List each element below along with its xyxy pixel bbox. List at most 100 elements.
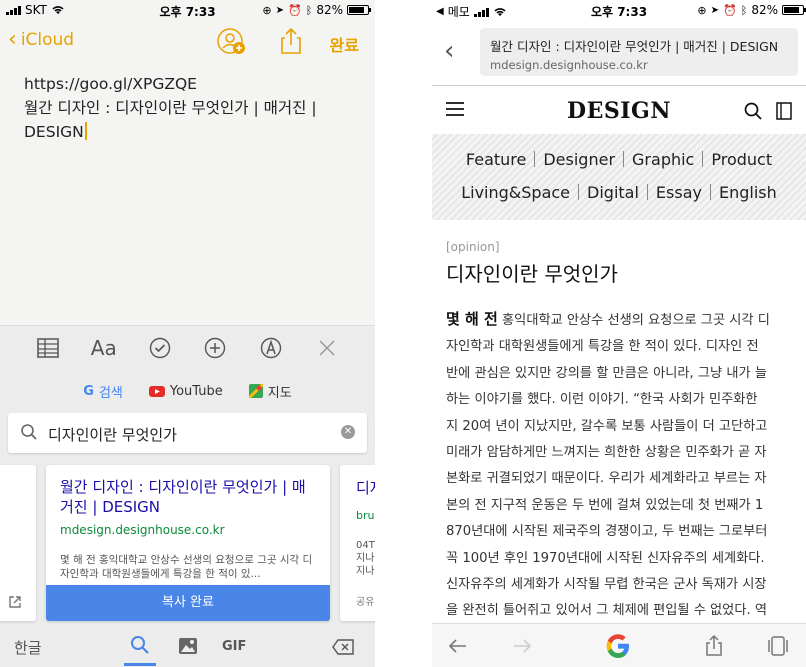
menu-feature[interactable]: Feature [466, 150, 526, 169]
browser-back-icon[interactable]: ‹ [444, 36, 454, 66]
article-title: 디자인이란 무엇인가 [446, 262, 618, 286]
article-lead: 몇 해 전 [446, 310, 498, 328]
search-icon[interactable] [744, 102, 762, 120]
next-result-snippet: 04T 지나 지나 [356, 540, 375, 577]
article-line: 을 완전히 틀어쥐고 있어서 그 체제에 편입될 수 없었다. 역 [446, 603, 767, 619]
result-card[interactable]: 월간 디자인 : 디자인이란 무엇인가 | 매거진 | DESIGN mdesi… [46, 465, 330, 621]
next-result-share[interactable]: 공유 [356, 593, 374, 608]
status-bar: SKT 오후 7:33 ⊕ ➤ ⏰ ᛒ 82% [0, 0, 375, 20]
battery-icon [347, 5, 371, 15]
battery-icon [782, 5, 806, 15]
done-button[interactable]: 완료 [330, 32, 359, 56]
article-line: 자인학과 대학원생들에게 특강을 한 적이 있다. 디자인 전 [446, 339, 759, 355]
language-switch-button[interactable]: 한글 [14, 637, 42, 658]
article-line: 꼭 100년 후인 1970년대에 시작된 신자유주의 세계화다. [446, 550, 765, 566]
note-text-area[interactable]: https://goo.gl/XPGZQE 월간 디자인 : 디자인이란 무엇인… [24, 72, 354, 144]
next-result-title: 디자 [356, 479, 375, 497]
share-icon[interactable] [702, 634, 726, 658]
next-result-card[interactable]: 디자 bru 04T 지나 지나 공유 [340, 465, 375, 621]
article: [opinion] 디자인이란 무엇인가 몇 해 전 홍익대학교 안상수 선생의… [446, 240, 794, 618]
menu-english[interactable]: English [719, 183, 777, 202]
menu-digital[interactable]: Digital [587, 183, 639, 202]
back-arrow-icon[interactable] [446, 634, 470, 658]
table-icon[interactable] [34, 334, 62, 362]
alarm-icon: ⏰ [723, 3, 737, 17]
google-g-icon: G [83, 383, 94, 399]
menu-product[interactable]: Product [711, 150, 772, 169]
result-cards: 월간 디자인 : 디자인이란 무엇인가 | 매거진 | DESIGN mdesi… [0, 465, 375, 625]
location-icon: ➤ [710, 4, 720, 16]
bookmark-book-icon[interactable] [776, 102, 792, 120]
category-menu: Feature Designer Graphic Product Living&Spa… [432, 134, 806, 220]
quick-link-youtube[interactable]: YouTube [148, 384, 223, 399]
close-icon[interactable] [313, 334, 341, 362]
youtube-icon [148, 385, 165, 397]
active-tab-indicator [124, 663, 156, 666]
search-icon [21, 424, 37, 440]
browser-toolbar [432, 623, 806, 667]
google-logo-icon[interactable] [602, 630, 634, 662]
menu-graphic[interactable]: Graphic [632, 150, 694, 169]
article-body: 몇 해 전 홍익대학교 안상수 선생의 요청으로 그곳 시각 디 자인학과 대학… [446, 306, 794, 625]
bluetooth-icon: ᛒ [740, 3, 748, 17]
back-button[interactable]: ‹ iCloud [8, 27, 75, 52]
share-icon[interactable] [276, 26, 306, 56]
tabs-icon[interactable] [766, 634, 790, 658]
keyboard-search-box[interactable]: 디자인이란 무엇인가 ✕ [8, 413, 367, 453]
battery-percent: 82% [751, 3, 778, 17]
quick-link-maps[interactable]: 지도 [248, 382, 292, 401]
chevron-left-icon: ‹ [8, 27, 17, 52]
back-label: iCloud [20, 30, 75, 50]
image-search-icon[interactable] [178, 637, 198, 655]
markup-pen-icon[interactable] [257, 334, 285, 362]
copy-done-banner: 복사 완료 [46, 585, 330, 621]
notes-nav-bar: ‹ iCloud 완료 [0, 22, 375, 62]
article-line: 신자유주의 세계화가 시작될 무렵 한국은 군사 독재가 시장 [446, 577, 767, 593]
clear-search-icon[interactable]: ✕ [341, 425, 355, 439]
text-cursor [84, 122, 87, 140]
category-menu-row-1: Feature Designer Graphic Product [432, 150, 806, 169]
browser-pane: ◀ 메모 오후 7:33 ⊕ ➤ ⏰ ᛒ 82% ‹ 월간 디자인 : 디자인이… [432, 0, 806, 667]
browser-url-bar: ‹ 월간 디자인 : 디자인이란 무엇인가 | 매거진 | DESIGN mde… [432, 20, 806, 86]
checklist-icon[interactable] [146, 334, 174, 362]
notes-app-pane: SKT 오후 7:33 ⊕ ➤ ⏰ ᛒ 82% ‹ iCloud 완료 http… [0, 0, 375, 667]
category-menu-row-2: Living&Space Digital Essay English [432, 183, 806, 202]
forward-arrow-icon[interactable] [510, 634, 534, 658]
battery-percent: 82% [316, 3, 343, 17]
menu-designer[interactable]: Designer [543, 150, 615, 169]
article-category: [opinion] [446, 240, 500, 254]
lock-rotation-icon: ⊕ [697, 3, 707, 17]
prev-result-card[interactable] [0, 465, 36, 621]
bluetooth-icon: ᛒ [305, 3, 313, 17]
maps-icon [248, 384, 263, 398]
add-icon[interactable] [201, 334, 229, 362]
article-line: 본화로 귀결되었기 때문이다. 우리가 세계화라고 부르는 자 [446, 471, 767, 487]
gif-tab-button[interactable]: GIF [222, 639, 246, 654]
search-tab-icon[interactable] [130, 635, 150, 655]
article-line: 지 20여 년이 지났지만, 갈수록 보통 사람들이 더 고단하고 [446, 418, 768, 434]
article-line: 본의 전 지구적 운동은 두 번에 걸쳐 있었는데 첫 번째가 1 [446, 497, 764, 513]
text-format-icon[interactable]: Aa [90, 334, 118, 362]
alarm-icon: ⏰ [288, 3, 302, 17]
menu-living-space[interactable]: Living&Space [461, 183, 570, 202]
article-line: 반에 관심은 있지만 강의를 할 만큼은 아니라, 그냥 내가 늘 [446, 365, 767, 381]
keyboard-bottom-bar: 한글 GIF [0, 627, 375, 667]
quick-links: G 검색 YouTube 지도 [0, 375, 375, 407]
note-line-title: 월간 디자인 : 디자인이란 무엇인가 | 매거진 | [24, 99, 317, 117]
page-domain: mdesign.designhouse.co.kr [490, 58, 648, 72]
result-title[interactable]: 월간 디자인 : 디자인이란 무엇인가 | 매거진 | DESIGN [60, 477, 318, 517]
quick-link-search[interactable]: G 검색 [83, 382, 123, 401]
menu-essay[interactable]: Essay [656, 183, 702, 202]
article-line: 하는 이야기를 했다. 이런 이야기. “한국 사회가 민주화한 [446, 392, 758, 408]
lock-rotation-icon: ⊕ [262, 3, 272, 17]
search-query: 디자인이란 무엇인가 [48, 426, 177, 444]
add-people-icon[interactable] [216, 26, 246, 56]
next-result-url: bru [356, 509, 375, 522]
page-title-pill[interactable]: 월간 디자인 : 디자인이란 무엇인가 | 매거진 | DESIGN mdesi… [480, 28, 798, 76]
backspace-icon[interactable] [332, 639, 354, 655]
gboard-keyboard: G 검색 YouTube 지도 디자인이란 무엇인가 ✕ 월간 디자인: 디자… [0, 369, 375, 667]
result-url: mdesign.designhouse.co.kr [60, 523, 225, 537]
page-title: 월간 디자인 : 디자인이란 무엇인가 | 매거진 | DESIGN [490, 39, 779, 54]
result-snippet: 몇 해 전 홍익대학교 안상수 선생의 요청으로 그곳 시각 디자인학과 대학원… [60, 554, 313, 580]
location-icon: ➤ [275, 4, 285, 16]
